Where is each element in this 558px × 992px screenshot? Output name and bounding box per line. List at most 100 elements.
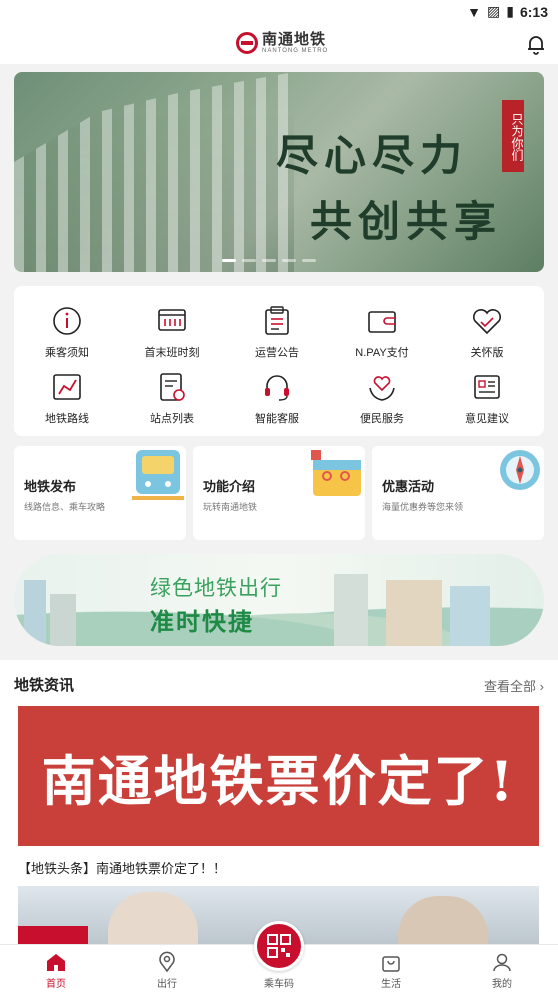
grid-item-convenience[interactable]: 便民服务 [332, 370, 432, 426]
grid-item-feedback[interactable]: 意见建议 [437, 370, 537, 426]
battery-icon: ▮ [506, 3, 514, 19]
tab-mine[interactable]: 我的 [472, 951, 532, 990]
tab-label: 乘车码 [264, 979, 294, 990]
grid-item-label: 意见建议 [465, 413, 509, 425]
grid-item-label: 站点列表 [150, 413, 194, 425]
building-shape [334, 574, 368, 646]
status-time: 6:13 [519, 3, 548, 20]
grid-item-label: 便民服务 [360, 413, 404, 425]
grid-item-label: N.PAY支付 [355, 347, 409, 359]
function-grid: 乘客须知 首末班时刻 运营公告 N.PAY支付 关怀版 地铁路线 站点列表 智能… [14, 286, 544, 436]
building-shape [50, 594, 76, 646]
grid-item-label: 首末班时刻 [144, 347, 200, 359]
status-icons: ▼ ▨ ▮ 6:13 [467, 3, 548, 20]
card-promotions[interactable]: 优惠活动 海量优惠券等您来领 [372, 446, 544, 540]
home-icon [47, 954, 65, 971]
wifi-icon: ▼ [467, 3, 482, 20]
tab-label: 生活 [381, 979, 401, 990]
view-all-label: 查看全部 [484, 679, 537, 694]
user-icon [493, 953, 511, 972]
info-icon [53, 307, 81, 335]
grid-item-station-list[interactable]: 站点列表 [122, 370, 222, 426]
green-banner-line1: 绿色地铁出行 [150, 577, 282, 600]
bell-icon[interactable] [524, 32, 548, 56]
timetable-icon [158, 309, 186, 331]
chevron-right-icon: › [539, 679, 544, 694]
location-icon [159, 951, 175, 973]
carousel-dot[interactable] [262, 259, 276, 262]
carousel-dot[interactable] [302, 259, 316, 262]
qr-code-icon [267, 934, 291, 958]
card-subtitle: 海量优惠券等您来领 [382, 502, 464, 512]
grid-item-smart-service[interactable]: 智能客服 [227, 370, 327, 426]
grid-item-label: 运营公告 [255, 347, 299, 359]
tab-travel[interactable]: 出行 [137, 951, 197, 990]
grid-item-metro-route[interactable]: 地铁路线 [17, 370, 117, 426]
banner-slogan-2: 共创共享 [310, 197, 503, 246]
headset-icon [265, 375, 289, 401]
tab-label: 我的 [492, 979, 512, 990]
building-shape [386, 580, 442, 646]
route-map-icon [53, 374, 81, 400]
tab-label: 出行 [157, 979, 177, 990]
shopping-bag-icon [382, 956, 400, 972]
news-headline-image[interactable]: 南通地铁票价定了! [18, 706, 539, 846]
card-metro-release[interactable]: 地铁发布 线路信息、乘车攻略 [14, 446, 186, 540]
card-title: 优惠活动 [382, 479, 435, 494]
grid-item-label: 智能客服 [255, 413, 299, 425]
app-logo: 南通地铁 NANTONG METRO [236, 32, 328, 54]
toolbox-icon [311, 450, 361, 496]
carousel-dot[interactable] [242, 259, 256, 262]
building-shape [450, 586, 490, 646]
grid-item-label: 地铁路线 [45, 413, 89, 425]
tab-ride-code[interactable] [254, 921, 304, 971]
news-heading: 地铁资讯 [14, 677, 75, 694]
wallet-icon [368, 311, 396, 333]
card-feature-intro[interactable]: 功能介绍 玩转南通地铁 [193, 446, 365, 540]
logo-title: 南通地铁 [262, 31, 327, 48]
tab-life[interactable]: 生活 [361, 951, 421, 990]
announcement-icon [265, 306, 289, 335]
carousel-dot[interactable] [282, 259, 296, 262]
grid-item-timetable[interactable]: 首末班时刻 [122, 304, 222, 360]
bottom-nav: 首页 出行 乘车码 生活 我的 [0, 921, 558, 992]
grid-item-passenger-notice[interactable]: 乘客须知 [17, 304, 117, 360]
card-subtitle: 线路信息、乘车攻略 [24, 502, 106, 512]
photo-person [398, 896, 488, 950]
green-banner-line2: 准时快捷 [150, 609, 254, 636]
logo-subtitle: NANTONG METRO [262, 48, 329, 54]
banner-slogan-1: 尽心尽力 [276, 131, 469, 180]
promo-banner[interactable]: 尽心尽力 共创共享 只为你们 [14, 72, 544, 272]
tab-home[interactable]: 首页 [26, 951, 86, 990]
feature-cards: 地铁发布 线路信息、乘车攻略 功能介绍 玩转南通地铁 优惠活动 海量优惠券等您来… [14, 446, 544, 540]
metro-logo-icon [236, 32, 258, 54]
grid-item-label: 乘客须知 [45, 347, 89, 359]
view-all-link[interactable]: 查看全部 › [484, 676, 544, 695]
grid-item-announcement[interactable]: 运营公告 [227, 304, 327, 360]
care-hands-icon [369, 376, 395, 401]
card-title: 地铁发布 [24, 479, 77, 494]
compass-icon [500, 450, 540, 490]
grid-item-care-mode[interactable]: 关怀版 [437, 304, 537, 360]
banner-seal: 只为你们 [502, 100, 524, 172]
train-icon [132, 450, 184, 500]
news-section: 地铁资讯 查看全部 › 南通地铁票价定了! 【地铁头条】南通地铁票价定了！！ [0, 660, 558, 950]
banner-cityscape [14, 72, 294, 272]
news-caption[interactable]: 【地铁头条】南通地铁票价定了！！ [18, 858, 226, 877]
card-subtitle: 玩转南通地铁 [203, 502, 258, 512]
photo-person [108, 892, 198, 950]
feedback-icon [474, 375, 500, 399]
status-bar: ▼ ▨ ▮ 6:13 [0, 0, 558, 26]
tab-label: 首页 [46, 979, 66, 990]
heart-icon [472, 309, 502, 335]
grid-item-npay[interactable]: N.PAY支付 [332, 304, 432, 360]
headline-image-text: 南通地铁票价定了! [41, 748, 516, 813]
card-title: 功能介绍 [203, 479, 256, 494]
carousel-dot[interactable] [222, 259, 236, 262]
station-list-icon [160, 373, 185, 401]
green-travel-banner[interactable]: 绿色地铁出行 准时快捷 [14, 554, 544, 646]
grid-item-label: 关怀版 [470, 347, 504, 359]
app-header: 南通地铁 NANTONG METRO [0, 26, 558, 64]
no-sim-icon: ▨ [487, 3, 501, 19]
building-shape [24, 580, 46, 646]
